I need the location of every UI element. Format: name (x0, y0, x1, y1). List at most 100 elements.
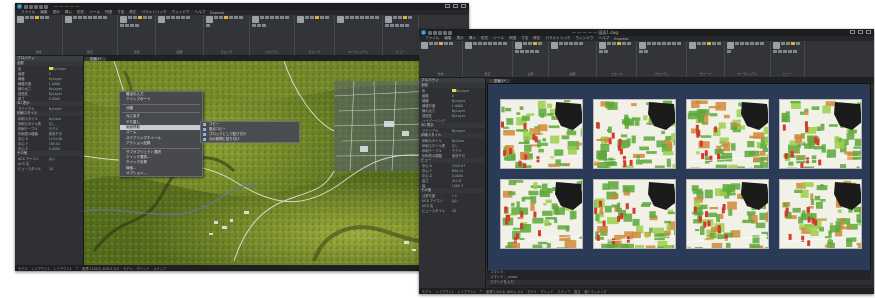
ribbon-tool-icons[interactable] (639, 42, 684, 53)
property-value[interactable]: ByLayer (49, 92, 62, 96)
ribbon-tool-icons[interactable] (465, 42, 510, 49)
properties-panel[interactable]: プロパティ 全般色 ByLayer 画層 0 線種 ByLayer 線種尺度 1.0000 線の… (419, 78, 486, 288)
status-item[interactable]: 座標 1234.5, 678.9, 0.0 (82, 266, 119, 271)
ribbon-tool-icons[interactable] (17, 16, 60, 23)
status-item[interactable]: グリッド (137, 266, 150, 271)
property-value[interactable]: ByColor (49, 117, 62, 121)
status-item[interactable]: + (76, 266, 79, 270)
command-line[interactable]: コマンド: コマンド: _.close コマンドを入力 (487, 270, 871, 287)
status-item[interactable]: レイアウト1 (32, 266, 50, 271)
ribbon-group[interactable]: ビュー (771, 41, 805, 77)
minimize-icon[interactable] (445, 4, 450, 8)
property-row[interactable]: ビュースタイル 2D (15, 166, 83, 172)
window-controls[interactable] (445, 4, 466, 8)
status-item[interactable]: スナップ (153, 266, 166, 271)
ribbon-group[interactable]: 注釈 (513, 41, 549, 77)
status-item[interactable]: モデル (123, 266, 133, 271)
property-value[interactable]: 1234.56 (49, 137, 63, 141)
property-value[interactable]: ByLayer (452, 129, 465, 133)
ribbon-tool-icons[interactable] (421, 42, 460, 49)
status-item[interactable]: モデル (527, 289, 537, 294)
map-thumbnail[interactable] (779, 179, 862, 249)
status-item[interactable]: グリッド (541, 289, 554, 294)
status-bar[interactable]: モデル レイアウト1 レイアウト2 + 座標 2345.6, 890.1, 0.0 モデル… (419, 288, 874, 294)
ribbon-group[interactable]: ユーティリティ (335, 15, 383, 55)
status-item[interactable]: + (480, 289, 483, 293)
property-value[interactable]: はい (49, 156, 56, 161)
ribbon-tool-icons[interactable] (337, 16, 380, 23)
context-menu-item[interactable]: クリップボード (120, 97, 202, 102)
ribbon-tool-icons[interactable] (120, 16, 153, 27)
property-value[interactable]: 0.0000 (49, 147, 61, 151)
ribbon-group[interactable]: ブロック (597, 41, 637, 77)
window-controls[interactable] (850, 30, 871, 34)
model-space[interactable] (487, 83, 871, 271)
property-value[interactable]: ByLayer (452, 99, 465, 103)
maximize-icon[interactable] (858, 30, 863, 34)
ribbon-tool-icons[interactable] (773, 42, 802, 53)
close-icon[interactable] (461, 4, 466, 8)
property-value[interactable]: 0 (49, 72, 51, 76)
context-menu-item[interactable]: オプション... (120, 171, 202, 176)
ribbon-tool-icons[interactable] (689, 42, 722, 49)
ribbon-tool-icons[interactable] (551, 42, 594, 49)
minimize-icon[interactable] (850, 30, 855, 34)
property-value[interactable]: ByColor (452, 139, 465, 143)
context-menu[interactable]: 最近の入力 クリップボード 分離 元に戻す やり直し 画面移動 ズーム ステアリングホイールア… (119, 91, 203, 178)
ribbon-tool-icons[interactable] (297, 16, 332, 23)
ribbon-group[interactable]: 画層 (549, 41, 597, 77)
property-value[interactable]: 1.0000 (452, 104, 464, 108)
map-thumbnail[interactable] (593, 99, 676, 169)
ribbon-group[interactable]: プロパティ (637, 41, 687, 77)
quick-access-toolbar[interactable] (428, 30, 452, 35)
ribbon-group[interactable]: 作成 (419, 41, 463, 77)
status-item[interactable]: レイアウト2 (54, 266, 72, 271)
property-value[interactable]: 0.0000 (49, 97, 61, 101)
ribbon-group[interactable]: グループ (295, 15, 335, 55)
context-menu-item[interactable]: アクション記録 (120, 141, 202, 146)
map-thumbnail[interactable] (500, 179, 583, 249)
context-menu-item[interactable]: 分離 (120, 106, 202, 111)
property-value[interactable]: 2345.67 (452, 164, 466, 168)
property-value[interactable]: ByLayer (456, 89, 469, 93)
property-value[interactable]: ByLayer (452, 109, 465, 113)
status-item[interactable]: 座標 2345.6, 890.1, 0.0 (486, 289, 523, 294)
property-value[interactable]: 1065.3 (452, 184, 464, 188)
property-value[interactable]: はい (452, 198, 459, 203)
menu-item[interactable]: Express (614, 37, 628, 41)
properties-panel[interactable]: プロパティ 全般色 ByLayer 画層 0 線種 ByLayer 線種尺度 1.0000 線の… (15, 56, 84, 265)
map-thumbnail[interactable] (779, 99, 862, 169)
ribbon-tool-icons[interactable] (599, 42, 634, 53)
ribbon-tool-icons[interactable] (252, 16, 292, 27)
maximize-icon[interactable] (453, 4, 458, 8)
property-value[interactable]: ByLayer (452, 114, 465, 118)
property-value[interactable]: 1:1 (452, 194, 457, 198)
quick-access-toolbar[interactable] (24, 4, 48, 9)
status-item[interactable]: 極トラッキング (584, 289, 606, 294)
ribbon[interactable]: 作成 修正 注釈 画層 ブロック プロパティ グループ ユーティリティ ビュー (15, 15, 469, 56)
property-value[interactable]: 0 (452, 94, 454, 98)
property-value[interactable]: 使用不可 (49, 131, 62, 136)
ribbon-tool-icons[interactable] (65, 16, 115, 23)
submenu-item[interactable]: 元の座標に貼り付け (201, 137, 299, 142)
map-thumbnail[interactable] (686, 99, 769, 169)
status-item[interactable]: レイアウト1 (436, 289, 454, 294)
ribbon-group[interactable]: 画層 (156, 15, 204, 55)
status-item[interactable]: レイアウト2 (458, 289, 476, 294)
menu-item[interactable]: Express (210, 11, 224, 15)
property-value[interactable]: 412.8 (452, 179, 461, 183)
ribbon[interactable]: 作成 修正 注釈 画層 ブロック プロパティ グループ ユーティリティ ビュー (419, 41, 874, 78)
property-value[interactable]: ByLayer (49, 107, 62, 111)
property-value[interactable]: 890.12 (452, 169, 464, 173)
status-item[interactable]: スナップ (557, 289, 570, 294)
ribbon-group[interactable]: 修正 (463, 41, 513, 77)
command-line-text[interactable]: コマンドを入力 (487, 280, 871, 285)
property-value[interactable]: 使用不可 (452, 153, 465, 158)
ribbon-group[interactable]: グループ (687, 41, 725, 77)
close-icon[interactable] (866, 30, 871, 34)
status-bar[interactable]: モデル レイアウト1 レイアウト2 + 座標 1234.5, 678.9, 0.0 モデル… (15, 265, 469, 271)
property-value[interactable]: ByLayer (49, 77, 62, 81)
property-value[interactable]: 2D (452, 209, 457, 213)
property-value[interactable]: ByLayer (49, 87, 62, 91)
status-item[interactable]: モデル (422, 289, 432, 294)
